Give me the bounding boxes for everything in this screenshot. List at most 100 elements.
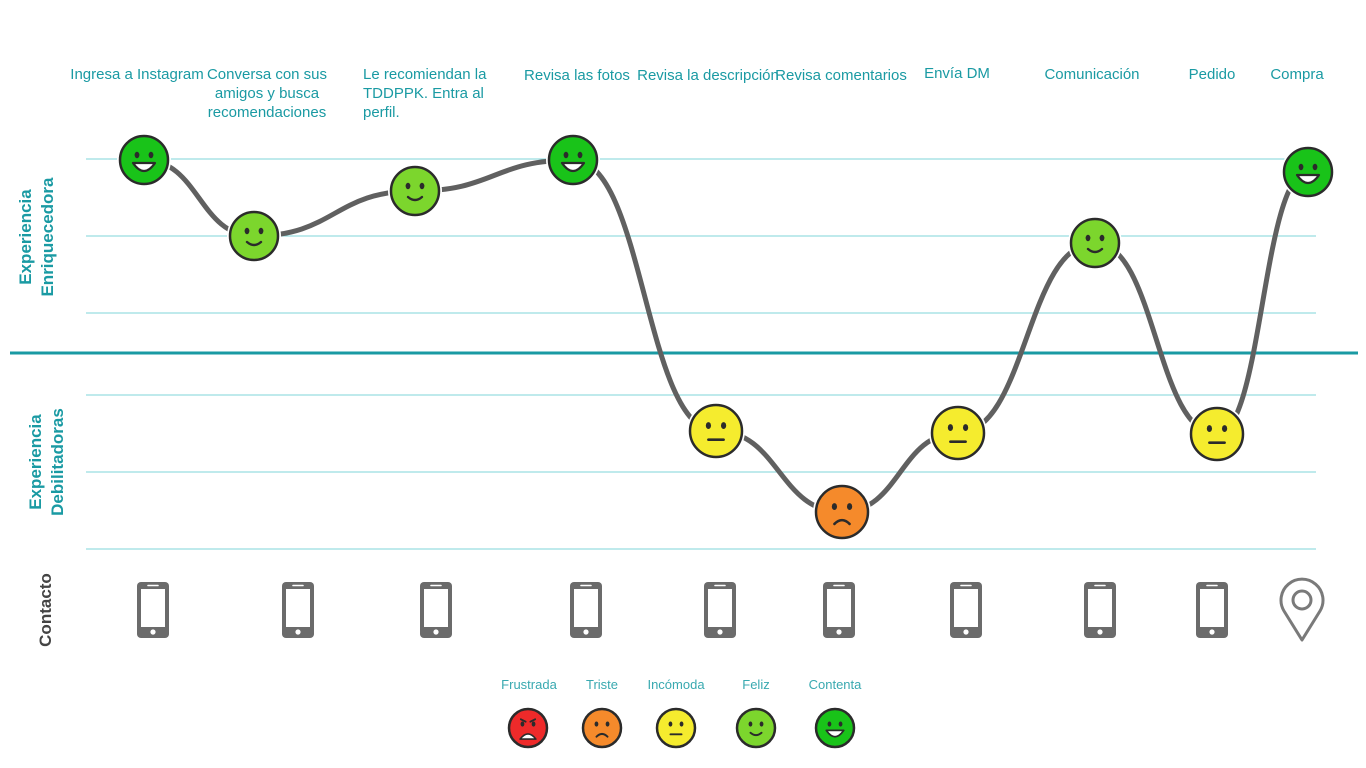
face-eye	[134, 151, 140, 159]
face-eye	[1099, 234, 1105, 242]
step-label: Revisa la descripción	[637, 67, 779, 84]
phone-button	[1097, 629, 1103, 635]
emotion-face-feliz	[388, 164, 442, 218]
legend-face-triste	[580, 706, 624, 750]
phone-screen	[954, 589, 978, 627]
face-disc	[581, 707, 623, 749]
phone-screen	[827, 589, 851, 627]
face-eye	[605, 721, 610, 727]
phone-icon	[950, 582, 982, 638]
phone-screen	[424, 589, 448, 627]
phone-screen	[708, 589, 732, 627]
legend-face-contenta	[813, 706, 857, 750]
phone-icon	[282, 582, 314, 638]
legend-label-feliz: Feliz	[742, 677, 770, 692]
emotion-face-contenta	[1281, 145, 1335, 199]
face-eye	[1221, 425, 1228, 433]
face-eye	[244, 227, 250, 235]
face-eye	[148, 151, 154, 159]
face-eye	[846, 503, 853, 511]
face-disc	[814, 484, 870, 540]
face-eye	[563, 151, 569, 159]
phone-icon	[823, 582, 855, 638]
phone-button	[836, 629, 842, 635]
step-label: Compra	[1270, 66, 1324, 83]
phone-icon	[1084, 582, 1116, 638]
face-eye	[419, 182, 425, 190]
face-eye	[1312, 163, 1318, 171]
face-eye	[668, 721, 673, 727]
legend-face-incomoda	[654, 706, 698, 750]
step-label: Envía DM	[924, 65, 990, 82]
face-eye	[748, 721, 753, 727]
face-disc	[507, 707, 549, 749]
face-disc	[118, 134, 170, 186]
face-eye	[831, 503, 838, 511]
face-eye	[531, 721, 536, 727]
emotion-face-feliz	[1068, 216, 1122, 270]
customer-journey-map: Experiencia Enriquecedora Experiencia De…	[0, 0, 1366, 768]
face-disc	[814, 707, 856, 749]
phone-button	[963, 629, 969, 635]
emotion-face-contenta	[117, 133, 171, 187]
face-eye	[577, 151, 583, 159]
phone-button	[583, 629, 589, 635]
face-eye	[759, 721, 764, 727]
emotion-curve	[141, 157, 1311, 515]
face-eye	[705, 422, 712, 430]
pin-dot	[1291, 589, 1313, 611]
face-disc	[688, 403, 744, 459]
step-label: Le recomiendan la TDDPPK. Entra al perfi…	[363, 66, 487, 121]
phone-button	[295, 629, 301, 635]
face-eye	[1298, 163, 1304, 171]
location-pin-icon	[1279, 577, 1325, 642]
emotion-face-incomoda	[929, 404, 987, 462]
face-disc	[655, 707, 697, 749]
legend-label-incomoda: Incómoda	[647, 677, 705, 692]
face-eye	[838, 721, 843, 727]
phone-icon	[704, 582, 736, 638]
face-eye	[679, 721, 684, 727]
face-disc	[1282, 146, 1334, 198]
face-eye	[962, 424, 969, 432]
face-disc	[930, 405, 986, 461]
step-label: Conversa con sus amigos y busca recomend…	[206, 66, 328, 121]
face-eye	[720, 422, 727, 430]
phone-icon	[420, 582, 452, 638]
face-eye	[1085, 234, 1091, 242]
face-eye	[947, 424, 954, 432]
legend-face-frustrada	[506, 706, 550, 750]
face-disc	[1189, 406, 1245, 462]
face-disc	[389, 165, 441, 217]
phone-screen	[286, 589, 310, 627]
face-disc	[228, 210, 280, 262]
phone-icon	[137, 582, 169, 638]
phone-screen	[1088, 589, 1112, 627]
face-disc	[735, 707, 777, 749]
step-label: Ingresa a Instagram	[70, 66, 204, 83]
legend-face-feliz	[734, 706, 778, 750]
face-eye	[594, 721, 599, 727]
phone-button	[150, 629, 156, 635]
phone-button	[1209, 629, 1215, 635]
phone-button	[433, 629, 439, 635]
phone-screen	[1200, 589, 1224, 627]
phone-icon	[570, 582, 602, 638]
face-disc	[1069, 217, 1121, 269]
legend-label-contenta: Contenta	[808, 677, 862, 692]
emotion-face-triste	[813, 483, 871, 541]
face-disc	[547, 134, 599, 186]
emotion-face-incomoda	[687, 402, 745, 460]
phone-button	[717, 629, 723, 635]
face-eye	[827, 721, 832, 727]
phone-screen	[574, 589, 598, 627]
phone-screen	[141, 589, 165, 627]
face-eye	[520, 721, 525, 727]
phone-icon	[1196, 582, 1228, 638]
emotion-face-feliz	[227, 209, 281, 263]
face-eye	[405, 182, 411, 190]
axis-label-enriching: Experiencia Enriquecedora	[16, 177, 57, 297]
emotion-face-incomoda	[1188, 405, 1246, 463]
step-label: Revisa las fotos	[524, 67, 630, 84]
axis-label-contact: Contacto	[36, 573, 55, 647]
